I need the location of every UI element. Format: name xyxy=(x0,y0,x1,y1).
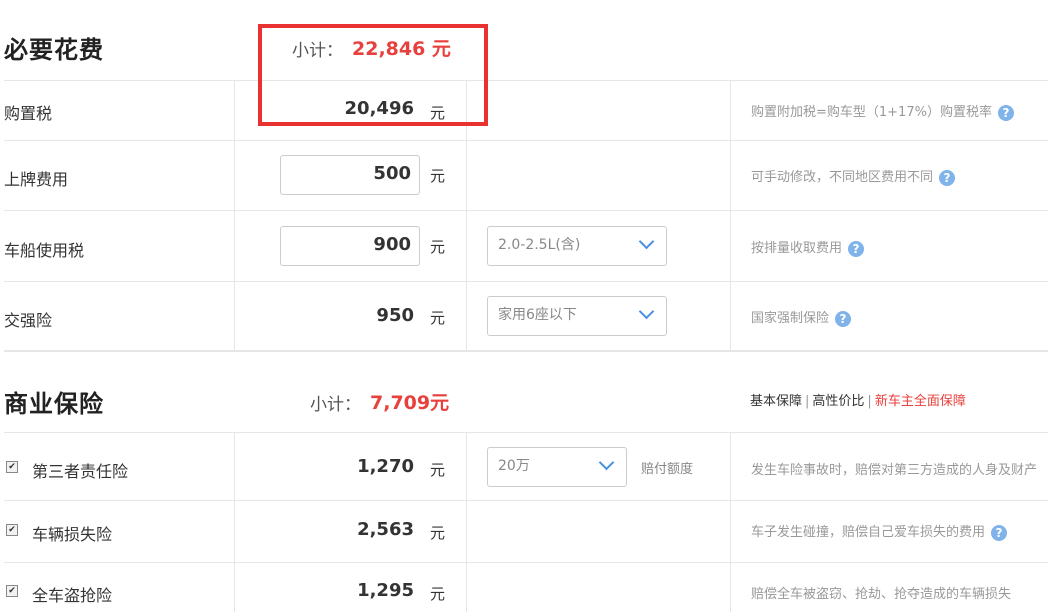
coverage-amount-label: 赔付额度 xyxy=(641,462,694,477)
help-icon[interactable]: ? xyxy=(997,104,1014,121)
row-note: 按排量收取费用? xyxy=(751,237,865,257)
unit-label: 元 xyxy=(430,585,446,603)
row-label: 全车盗抢险 xyxy=(32,586,113,605)
vehicle-damage-value: 2,563 xyxy=(357,519,414,540)
third-party-value: 1,270 xyxy=(357,456,414,477)
tab-basic[interactable]: 基本保障 xyxy=(750,394,802,409)
row-label: 交强险 xyxy=(4,311,53,330)
row-note: 发生车险事故时，赔偿对第三方造成的人身及财产 xyxy=(751,463,1038,478)
row-label: 购置税 xyxy=(4,104,53,123)
tab-value[interactable]: 高性价比 xyxy=(812,394,864,409)
row-label: 上牌费用 xyxy=(4,170,69,189)
row-label: 第三者责任险 xyxy=(32,462,129,481)
row-note: 赔偿全车被盗窃、抢劫、抢夺造成的车辆损失 xyxy=(751,587,1012,602)
tab-full[interactable]: 新车主全面保障 xyxy=(875,394,966,409)
row-note: 车子发生碰撞，赔偿自己爱车损失的费用? xyxy=(751,521,1008,541)
row-label: 车船使用税 xyxy=(4,241,85,260)
seat-type-select[interactable]: 家用6座以下 xyxy=(487,296,667,336)
compulsory-insurance-value: 950 xyxy=(376,305,414,326)
chevron-down-icon xyxy=(638,233,655,250)
chevron-down-icon xyxy=(638,303,655,320)
commercial-subtotal-value: 7,709元 xyxy=(370,392,450,414)
chevron-down-icon xyxy=(598,454,615,471)
row-label: 车辆损失险 xyxy=(32,525,113,544)
row-note: 可手动修改，不同地区费用不同? xyxy=(751,166,956,186)
row-note: 购置附加税=购车型（1+17%）购置税率? xyxy=(751,101,1014,121)
unit-label: 元 xyxy=(430,524,446,542)
unit-label: 元 xyxy=(430,167,446,185)
unit-label: 元 xyxy=(430,238,446,256)
coverage-plan-tabs: 基本保障 | 高性价比 | 新车主全面保障 xyxy=(750,394,966,409)
registration-fee-input[interactable]: 500 xyxy=(280,155,420,195)
help-icon[interactable]: ? xyxy=(991,524,1008,541)
required-section-title: 必要花费 xyxy=(4,36,104,64)
displacement-select[interactable]: 2.0-2.5L(含) xyxy=(487,226,667,266)
row-note: 国家强制保险? xyxy=(751,307,852,327)
vehicle-damage-checkbox[interactable]: ✔ xyxy=(6,524,18,536)
third-party-checkbox[interactable]: ✔ xyxy=(6,461,18,473)
commercial-subtotal-label: 小计： xyxy=(310,395,361,415)
help-icon[interactable]: ? xyxy=(835,310,852,327)
commercial-section-title: 商业保险 xyxy=(4,390,104,418)
help-icon[interactable]: ? xyxy=(848,240,865,257)
theft-value: 1,295 xyxy=(357,580,414,601)
coverage-amount-select[interactable]: 20万 xyxy=(487,447,627,487)
unit-label: 元 xyxy=(430,309,446,327)
unit-label: 元 xyxy=(430,461,446,479)
highlight-box xyxy=(258,24,488,126)
vehicle-tax-input[interactable]: 900 xyxy=(280,226,420,266)
help-icon[interactable]: ? xyxy=(939,169,956,186)
theft-checkbox[interactable]: ✔ xyxy=(6,585,18,597)
